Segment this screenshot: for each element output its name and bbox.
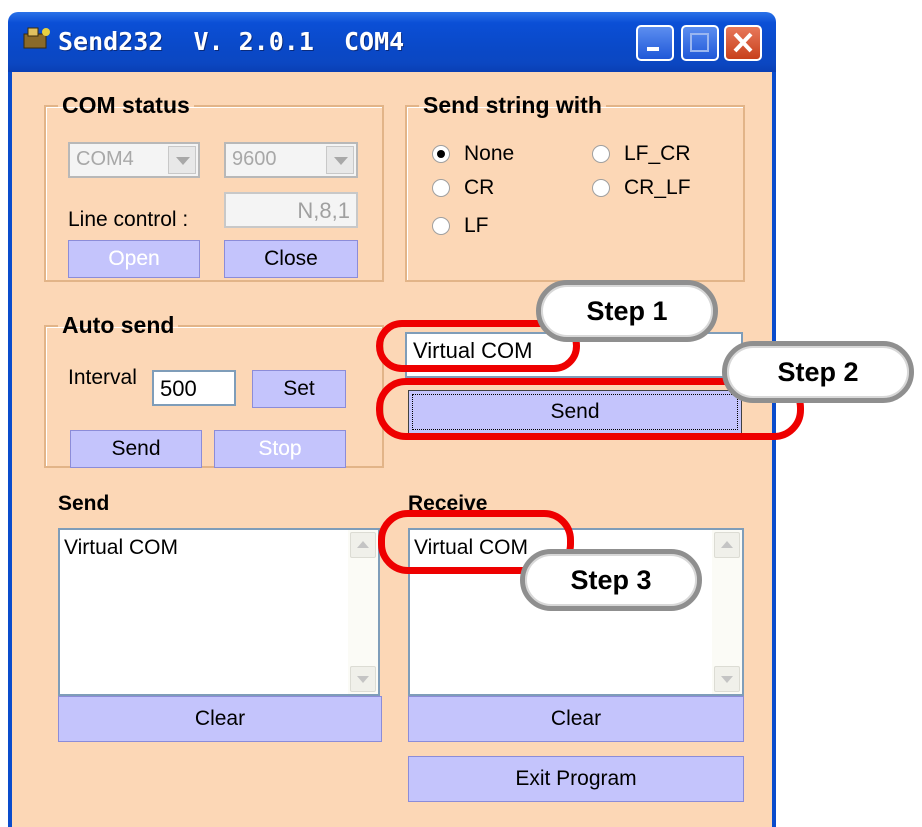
radio-cr-label: CR <box>464 176 495 199</box>
set-button[interactable]: Set <box>252 370 346 408</box>
line-control-field[interactable]: N,8,1 <box>224 192 358 228</box>
radio-unchecked-icon <box>432 217 450 235</box>
radio-lf-cr-label: LF_CR <box>624 142 691 165</box>
radio-lf-label: LF <box>464 214 489 237</box>
scroll-down-icon[interactable] <box>714 666 740 692</box>
radio-cr[interactable]: CR <box>432 176 494 200</box>
step2-callout: Step 2 <box>722 341 914 403</box>
send-listbox[interactable]: Virtual COM <box>58 528 380 696</box>
line-control-label: Line control : <box>68 208 189 231</box>
client-area: COM status COM4 9600 Line control : N,8,… <box>8 72 776 827</box>
step3-callout: Step 3 <box>520 549 702 611</box>
chevron-down-icon[interactable] <box>168 146 196 174</box>
radio-unchecked-icon <box>592 179 610 197</box>
minimize-button[interactable] <box>636 25 674 61</box>
close-icon <box>733 32 753 53</box>
radio-lf[interactable]: LF <box>432 214 489 238</box>
stop-button[interactable]: Stop <box>214 430 346 468</box>
scrollbar[interactable] <box>712 530 742 694</box>
interval-label: Interval <box>68 366 137 389</box>
send-clear-button[interactable]: Clear <box>58 696 382 742</box>
title-bar[interactable]: Send232 V. 2.0.1 COM4 <box>8 12 776 72</box>
com-status-legend: COM status <box>62 92 190 118</box>
radio-checked-icon <box>432 145 450 163</box>
exit-program-button[interactable]: Exit Program <box>408 756 744 802</box>
port-select-value: COM4 <box>76 148 134 170</box>
scroll-up-icon[interactable] <box>714 532 740 558</box>
maximize-icon <box>690 33 709 52</box>
radio-none-label: None <box>464 142 515 165</box>
step1-callout: Step 1 <box>536 280 718 342</box>
send-listbox-text: Virtual COM <box>64 536 178 559</box>
baud-select-value: 9600 <box>232 148 277 170</box>
app-icon <box>23 27 50 49</box>
send-string-with-legend: Send string with <box>423 92 602 118</box>
radio-cr-lf-label: CR_LF <box>624 176 691 199</box>
auto-send-button[interactable]: Send <box>70 430 202 468</box>
radio-unchecked-icon <box>432 179 450 197</box>
open-button[interactable]: Open <box>68 240 200 278</box>
scroll-down-icon[interactable] <box>350 666 376 692</box>
baud-select[interactable]: 9600 <box>224 142 358 178</box>
interval-input[interactable]: 500 <box>152 370 236 406</box>
maximize-button[interactable] <box>681 25 719 61</box>
receive-clear-button[interactable]: Clear <box>408 696 744 742</box>
minimize-icon <box>647 47 659 51</box>
radio-lf-cr[interactable]: LF_CR <box>592 142 691 166</box>
auto-send-legend: Auto send <box>62 312 175 338</box>
scrollbar[interactable] <box>348 530 378 694</box>
window-title: Send232 V. 2.0.1 COM4 <box>58 27 405 56</box>
close-window-button[interactable] <box>724 25 762 61</box>
port-select[interactable]: COM4 <box>68 142 200 178</box>
radio-unchecked-icon <box>592 145 610 163</box>
radio-cr-lf[interactable]: CR_LF <box>592 176 691 200</box>
scroll-up-icon[interactable] <box>350 532 376 558</box>
chevron-down-icon[interactable] <box>326 146 354 174</box>
radio-none[interactable]: None <box>432 142 514 166</box>
send-panel-title: Send <box>58 492 110 515</box>
close-button[interactable]: Close <box>224 240 358 278</box>
